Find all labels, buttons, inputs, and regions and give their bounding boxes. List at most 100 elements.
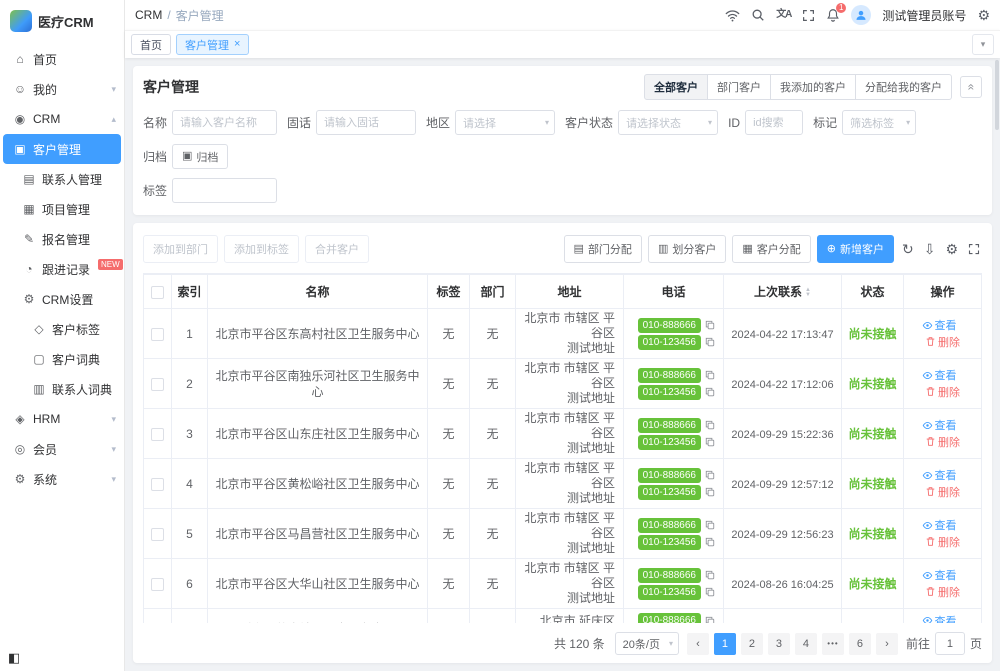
page-size-select[interactable]: 20条/页 ▾ <box>615 632 679 655</box>
row-checkbox[interactable] <box>151 378 164 391</box>
sidebar-item-member[interactable]: ◎ 会员 ▾ <box>0 434 124 464</box>
col-last-contact[interactable]: 上次联系▲▼ <box>724 275 842 309</box>
phone-badge[interactable]: 010-123456 <box>638 435 701 450</box>
view-button[interactable]: 查看 <box>922 517 957 533</box>
sidebar-item-mine[interactable]: ☺ 我的 ▾ <box>0 74 124 104</box>
row-checkbox[interactable] <box>151 578 164 591</box>
phone-badge[interactable]: 010-888666 <box>638 613 701 623</box>
tab-dropdown-icon[interactable]: ▾ <box>972 34 994 55</box>
copy-icon[interactable] <box>705 470 715 480</box>
row-checkbox[interactable] <box>151 528 164 541</box>
copy-icon[interactable] <box>705 337 715 347</box>
copy-icon[interactable] <box>705 420 715 430</box>
mark-select[interactable]: 筛选标签 ▾ <box>842 110 916 135</box>
search-icon[interactable] <box>751 8 765 22</box>
sidebar-item-hrm[interactable]: ◈ HRM ▾ <box>0 404 124 434</box>
phone-badge[interactable]: 010-123456 <box>638 385 701 400</box>
sidebar-item-crm[interactable]: ◉ CRM ▴ <box>0 104 124 134</box>
id-input[interactable] <box>745 110 803 135</box>
page-more-button[interactable]: ••• <box>822 633 844 655</box>
view-button[interactable]: 查看 <box>922 613 957 624</box>
avatar[interactable] <box>851 5 871 25</box>
phone-badge[interactable]: 010-888666 <box>638 368 701 383</box>
select-all-checkbox[interactable] <box>151 286 164 299</box>
view-button[interactable]: 查看 <box>922 417 957 433</box>
sidebar-item-followup-records[interactable]: ◔ 跟进记录 NEW <box>0 254 124 284</box>
sidebar-item-project-management[interactable]: ▦ 项目管理 <box>0 194 124 224</box>
copy-icon[interactable] <box>705 370 715 380</box>
goto-page-input[interactable] <box>935 632 965 655</box>
view-button[interactable]: 查看 <box>922 367 957 383</box>
delete-button[interactable]: 删除 <box>925 384 960 400</box>
copy-icon[interactable] <box>705 320 715 330</box>
translate-icon[interactable]: 文A <box>776 10 791 20</box>
tab-customer-management[interactable]: 客户管理 × <box>176 34 249 55</box>
bell-icon[interactable]: 1 <box>826 8 840 22</box>
page-button-2[interactable]: 2 <box>741 633 763 655</box>
sidebar-item-system[interactable]: ⚙ 系统 ▾ <box>0 464 124 494</box>
phone-badge[interactable]: 010-888666 <box>638 518 701 533</box>
breadcrumb-root[interactable]: CRM <box>135 8 162 22</box>
sidebar-item-customer-dictionary[interactable]: ▢ 客户词典 <box>0 344 124 374</box>
refresh-icon[interactable]: ↻ <box>900 241 916 258</box>
sidebar-item-home[interactable]: ⌂ 首页 <box>0 44 124 74</box>
copy-icon[interactable] <box>705 520 715 530</box>
scrollbar[interactable] <box>995 60 999 130</box>
view-button[interactable]: 查看 <box>922 567 957 583</box>
copy-icon[interactable] <box>705 587 715 597</box>
column-settings-icon[interactable]: ⚙ <box>943 241 960 258</box>
close-icon[interactable]: × <box>234 39 240 50</box>
prev-page-button[interactable]: ‹ <box>687 633 709 655</box>
sidebar-item-customer-management[interactable]: ▣ 客户管理 <box>3 134 121 164</box>
phone-badge[interactable]: 010-888666 <box>638 468 701 483</box>
region-select[interactable]: 请选择 ▾ <box>455 110 555 135</box>
page-button-4[interactable]: 4 <box>795 633 817 655</box>
name-input[interactable] <box>172 110 277 135</box>
add-to-tag-button[interactable]: 添加到标签 <box>224 235 299 263</box>
view-button[interactable]: 查看 <box>922 317 957 333</box>
delete-button[interactable]: 删除 <box>925 584 960 600</box>
department-assign-button[interactable]: ▤ 部门分配 <box>564 235 642 263</box>
phone-badge[interactable]: 010-123456 <box>638 585 701 600</box>
add-to-department-button[interactable]: 添加到部门 <box>143 235 218 263</box>
copy-icon[interactable] <box>705 437 715 447</box>
phone-badge[interactable]: 010-123456 <box>638 485 701 500</box>
delete-button[interactable]: 删除 <box>925 434 960 450</box>
tab-home[interactable]: 首页 <box>131 34 171 55</box>
scope-dept-customers[interactable]: 部门客户 <box>707 74 771 100</box>
sidebar-item-customer-tags[interactable]: ◇ 客户标签 <box>0 314 124 344</box>
page-button-1[interactable]: 1 <box>714 633 736 655</box>
copy-icon[interactable] <box>705 616 715 624</box>
network-icon[interactable] <box>725 9 740 22</box>
phone-badge[interactable]: 010-888666 <box>638 418 701 433</box>
scope-my-added-customers[interactable]: 我添加的客户 <box>770 74 856 100</box>
sort-icon[interactable]: ▲▼ <box>805 288 811 298</box>
copy-icon[interactable] <box>705 570 715 580</box>
phone-badge[interactable]: 010-888666 <box>638 318 701 333</box>
copy-icon[interactable] <box>705 487 715 497</box>
status-select[interactable]: 请选择状态 ▾ <box>618 110 718 135</box>
copy-icon[interactable] <box>705 537 715 547</box>
tag-input[interactable] <box>172 178 277 203</box>
next-page-button[interactable]: › <box>876 633 898 655</box>
sidebar-item-contact-dictionary[interactable]: ▥ 联系人词典 <box>0 374 124 404</box>
phone-badge[interactable]: 010-123456 <box>638 335 701 350</box>
user-name[interactable]: 测试管理员账号 <box>882 7 966 24</box>
fullscreen-icon[interactable] <box>802 9 815 22</box>
delete-button[interactable]: 删除 <box>925 334 960 350</box>
table-fullscreen-icon[interactable] <box>966 243 982 255</box>
row-checkbox[interactable] <box>151 428 164 441</box>
phone-badge[interactable]: 010-888666 <box>638 568 701 583</box>
scope-all-customers[interactable]: 全部客户 <box>644 74 708 100</box>
customer-assign-button[interactable]: ▦ 客户分配 <box>732 235 810 263</box>
phone-input[interactable] <box>316 110 416 135</box>
sidebar-item-contact-management[interactable]: ▤ 联系人管理 <box>0 164 124 194</box>
sidebar-item-signup-management[interactable]: ✎ 报名管理 <box>0 224 124 254</box>
divide-customers-button[interactable]: ▥ 划分客户 <box>648 235 726 263</box>
phone-badge[interactable]: 010-123456 <box>638 535 701 550</box>
archive-button[interactable]: ▣ 归档 <box>172 144 228 169</box>
new-customer-button[interactable]: ⊕ 新增客户 <box>817 235 894 263</box>
delete-button[interactable]: 删除 <box>925 534 960 550</box>
sidebar-item-crm-settings[interactable]: ⚙ CRM设置 <box>0 284 124 314</box>
row-checkbox[interactable] <box>151 328 164 341</box>
